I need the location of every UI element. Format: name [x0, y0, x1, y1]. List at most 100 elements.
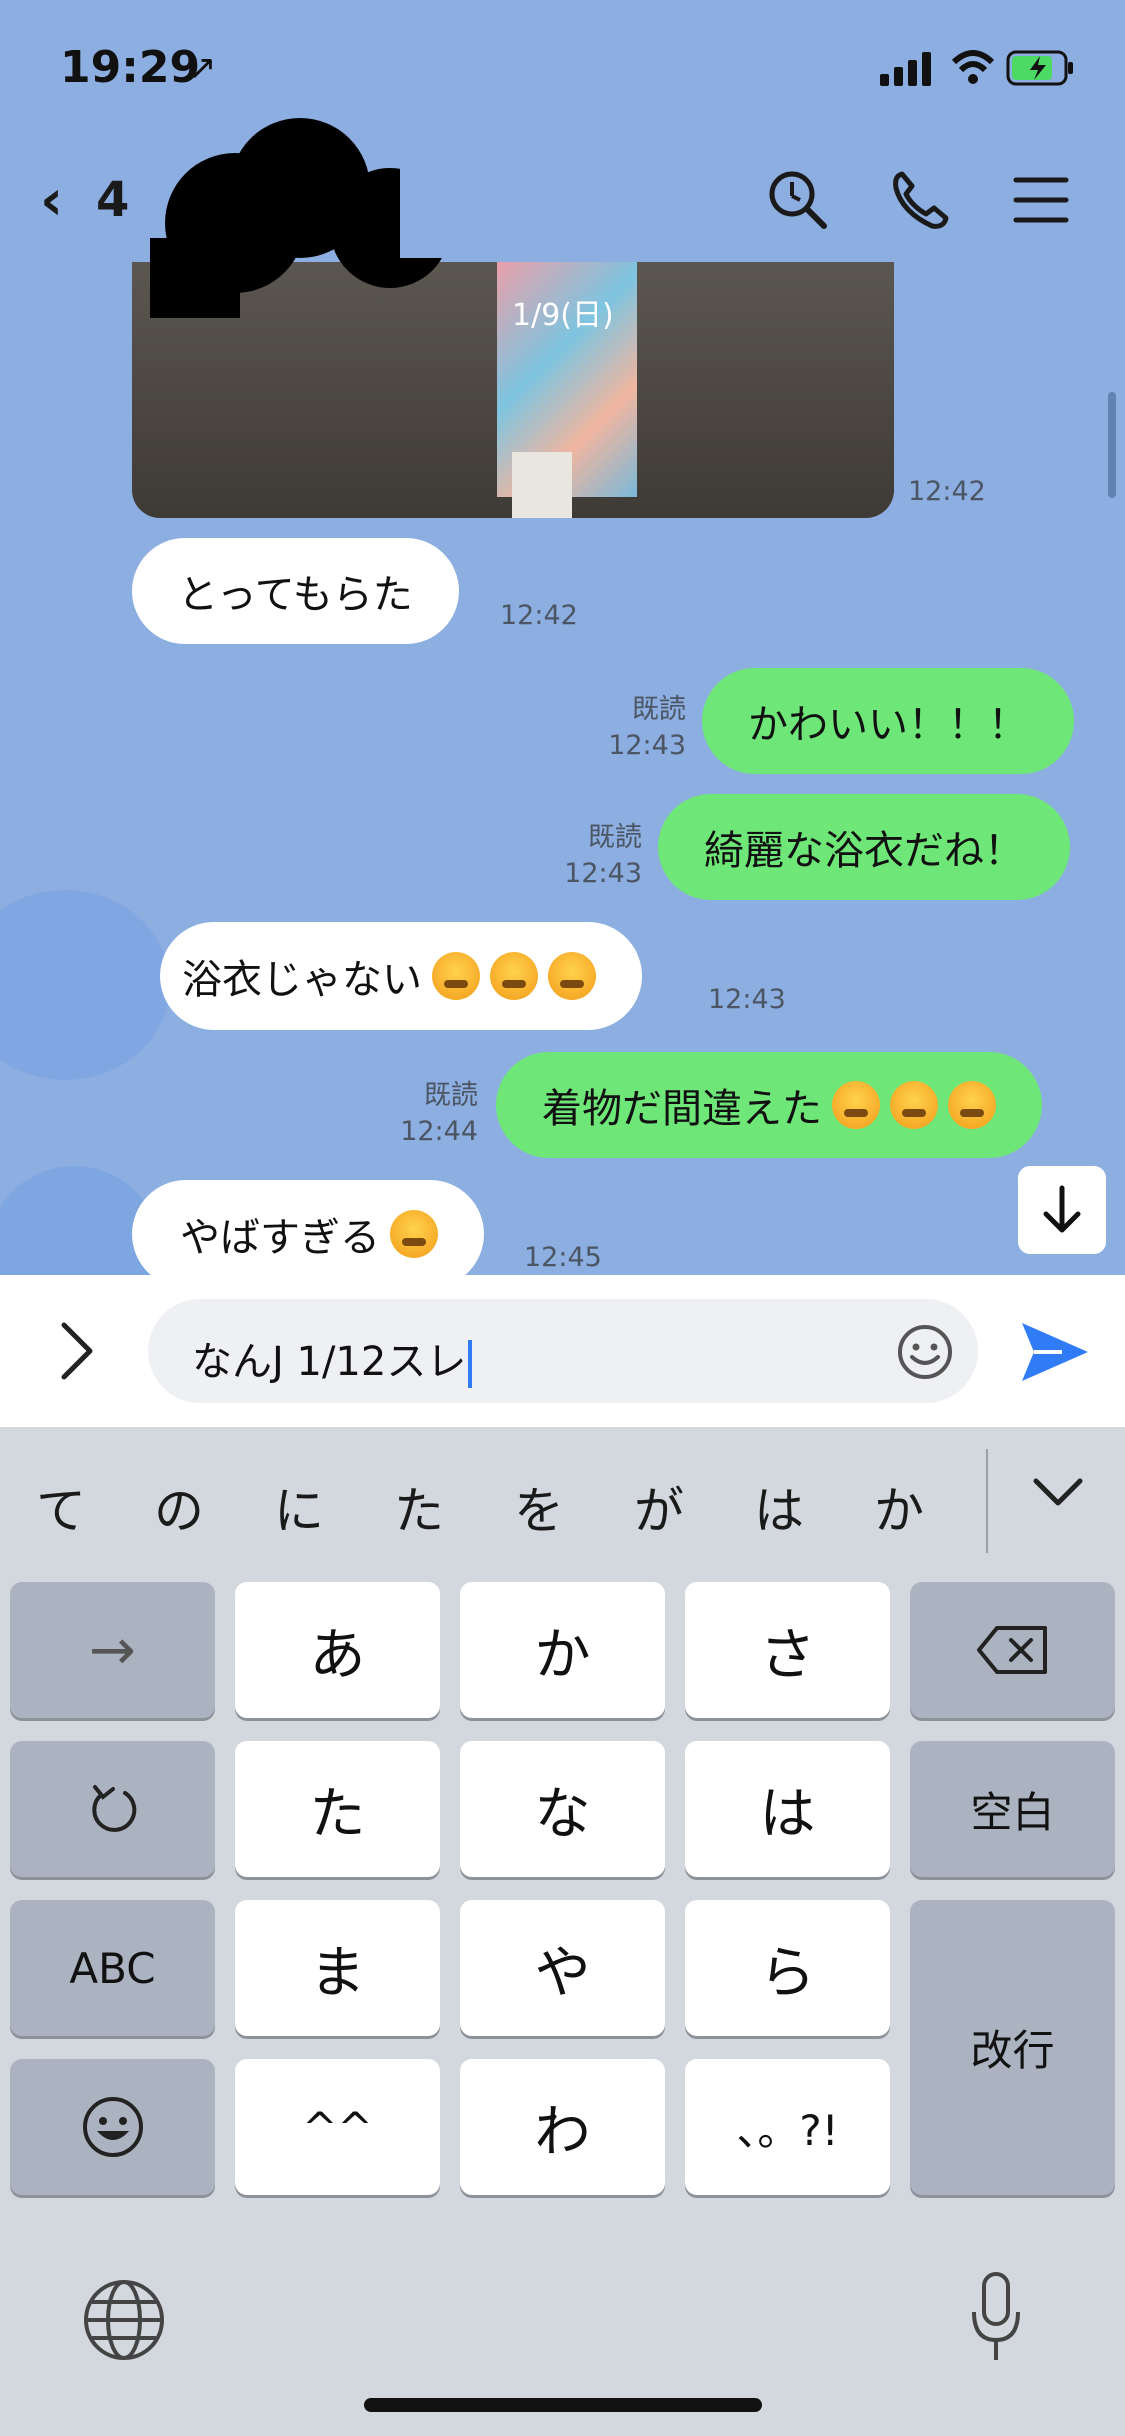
avatar[interactable] [0, 890, 170, 1080]
message-outgoing[interactable]: 着物だ間違えた [496, 1052, 1042, 1158]
key-label: さ [759, 1622, 816, 1688]
key-punctuation[interactable]: 、。?! [685, 2059, 890, 2195]
suggestion-item[interactable]: の [154, 1471, 204, 1543]
key-sa[interactable]: さ [685, 1582, 890, 1718]
emoji-picker-icon[interactable] [896, 1323, 954, 1381]
signal-icon [880, 52, 931, 86]
read-receipt: 既読 [632, 694, 686, 725]
message-text: やばすぎる [180, 1215, 380, 1261]
back-chevron-icon[interactable]: ‹ [40, 168, 63, 233]
suggestion-item[interactable]: は [754, 1471, 804, 1543]
message-incoming[interactable]: とってもらた [132, 538, 459, 644]
undo-icon [91, 1785, 136, 1832]
key-label: た [309, 1781, 366, 1847]
message-outgoing[interactable]: 綺麗な浴衣だね！ [658, 794, 1070, 900]
read-receipt: 既読 [424, 1080, 478, 1111]
key-kaomoji[interactable]: ^^ [235, 2059, 440, 2195]
angry-face-icon [548, 952, 596, 1000]
key-ta[interactable]: た [235, 1741, 440, 1877]
clock: 19:29 [60, 42, 201, 93]
emoji-icon [82, 2097, 143, 2157]
divider [986, 1449, 988, 1553]
photo-time: 12:42 [908, 476, 986, 507]
send-icon[interactable] [1018, 1319, 1092, 1385]
message-text: 着物だ間違えた [542, 1086, 822, 1132]
suggestion-item[interactable]: が [634, 1471, 684, 1543]
message-text: 綺麗な浴衣だね！ [704, 828, 1024, 874]
prediction-bar: て の に た を が は か [0, 1427, 1125, 1577]
back-count[interactable]: 4 [96, 172, 129, 228]
key-label: や [534, 1940, 591, 2006]
scroll-to-bottom-button[interactable] [1018, 1166, 1106, 1254]
message-input[interactable]: なんJ 1/12スレ [148, 1299, 978, 1403]
key-ka[interactable]: か [460, 1582, 665, 1718]
key-label: ま [309, 1940, 366, 2006]
laughing-tears-icon [890, 1081, 938, 1129]
key-a[interactable]: あ [235, 1582, 440, 1718]
key-arrow[interactable]: → [10, 1582, 215, 1718]
key-label: な [534, 1781, 591, 1847]
message-meta: 既読 12:43 [604, 692, 686, 764]
key-ha[interactable]: は [685, 1741, 890, 1877]
text-caret [468, 1340, 473, 1388]
message-text: かわいい！！！ [748, 702, 1028, 748]
message-time: 12:42 [500, 600, 578, 631]
message-time: 12:43 [564, 858, 642, 889]
space-key[interactable]: 空白 [910, 1741, 1115, 1877]
read-receipt: 既読 [588, 822, 642, 853]
return-key[interactable]: 改行 [910, 1900, 1115, 2195]
key-label: 改行 [970, 2026, 1055, 2075]
emoji-key[interactable] [10, 2059, 215, 2195]
suggestion-item[interactable]: た [394, 1471, 444, 1543]
undo-key[interactable] [10, 1741, 215, 1877]
chevron-down-icon[interactable] [1030, 1473, 1086, 1513]
message-time: 12:45 [524, 1242, 602, 1273]
key-label: 、。?! [736, 2105, 839, 2155]
expand-chevron-icon[interactable] [48, 1315, 108, 1387]
menu-icon[interactable] [1010, 168, 1074, 232]
message-meta: 既読 12:43 [560, 820, 642, 892]
laughing-tears-icon [832, 1081, 880, 1129]
abc-key[interactable]: ABC [10, 1900, 215, 2036]
message-time: 12:43 [608, 730, 686, 761]
phone-icon[interactable] [888, 168, 952, 232]
message-incoming[interactable]: やばすぎる [132, 1180, 484, 1275]
key-na[interactable]: な [460, 1741, 665, 1877]
suggestion-item[interactable]: て [36, 1471, 86, 1543]
key-ma[interactable]: ま [235, 1900, 440, 2036]
microphone-icon[interactable] [966, 2270, 1026, 2366]
globe-icon[interactable] [80, 2276, 168, 2364]
message-incoming[interactable]: 浴衣じゃない [160, 922, 642, 1030]
key-wa[interactable]: わ [460, 2059, 665, 2195]
key-label: ABC [69, 1943, 156, 1993]
delete-key[interactable] [910, 1582, 1115, 1718]
suggestion-item[interactable]: か [874, 1471, 924, 1543]
photo-detail [512, 452, 572, 518]
key-ya[interactable]: や [460, 1900, 665, 2036]
message-input-text[interactable]: なんJ 1/12スレ [192, 1329, 473, 1388]
message-text: 浴衣じゃない [182, 957, 422, 1003]
key-label: → [89, 1617, 136, 1683]
backspace-icon [976, 1626, 1047, 1674]
location-icon: ↗ [188, 48, 217, 88]
key-label: 空白 [970, 1787, 1055, 1837]
key-label: か [534, 1622, 591, 1688]
home-indicator[interactable] [364, 2398, 762, 2412]
key-label: は [759, 1781, 816, 1847]
message-meta: 既読 12:44 [396, 1078, 478, 1150]
status-bar: 19:29 ↗ [0, 0, 1125, 140]
suggestion-item[interactable]: を [514, 1471, 564, 1543]
laughing-tears-icon [948, 1081, 996, 1129]
suggestion-item[interactable]: に [274, 1471, 324, 1543]
scrollbar[interactable] [1108, 392, 1116, 498]
message-outgoing[interactable]: かわいい！！！ [702, 668, 1074, 774]
message-time: 12:44 [400, 1116, 478, 1147]
input-bar: なんJ 1/12スレ [0, 1275, 1125, 1427]
key-label: ら [759, 1940, 816, 2006]
chat-area[interactable]: 1/9(日) 12:42 19:29 ↗ ‹ 4 とってもらた 12:42 既読… [0, 0, 1125, 1275]
search-icon[interactable] [766, 168, 830, 232]
angry-face-icon [490, 952, 538, 1000]
key-label: わ [534, 2099, 591, 2165]
key-ra[interactable]: ら [685, 1900, 890, 2036]
sad-face-icon [390, 1210, 438, 1258]
